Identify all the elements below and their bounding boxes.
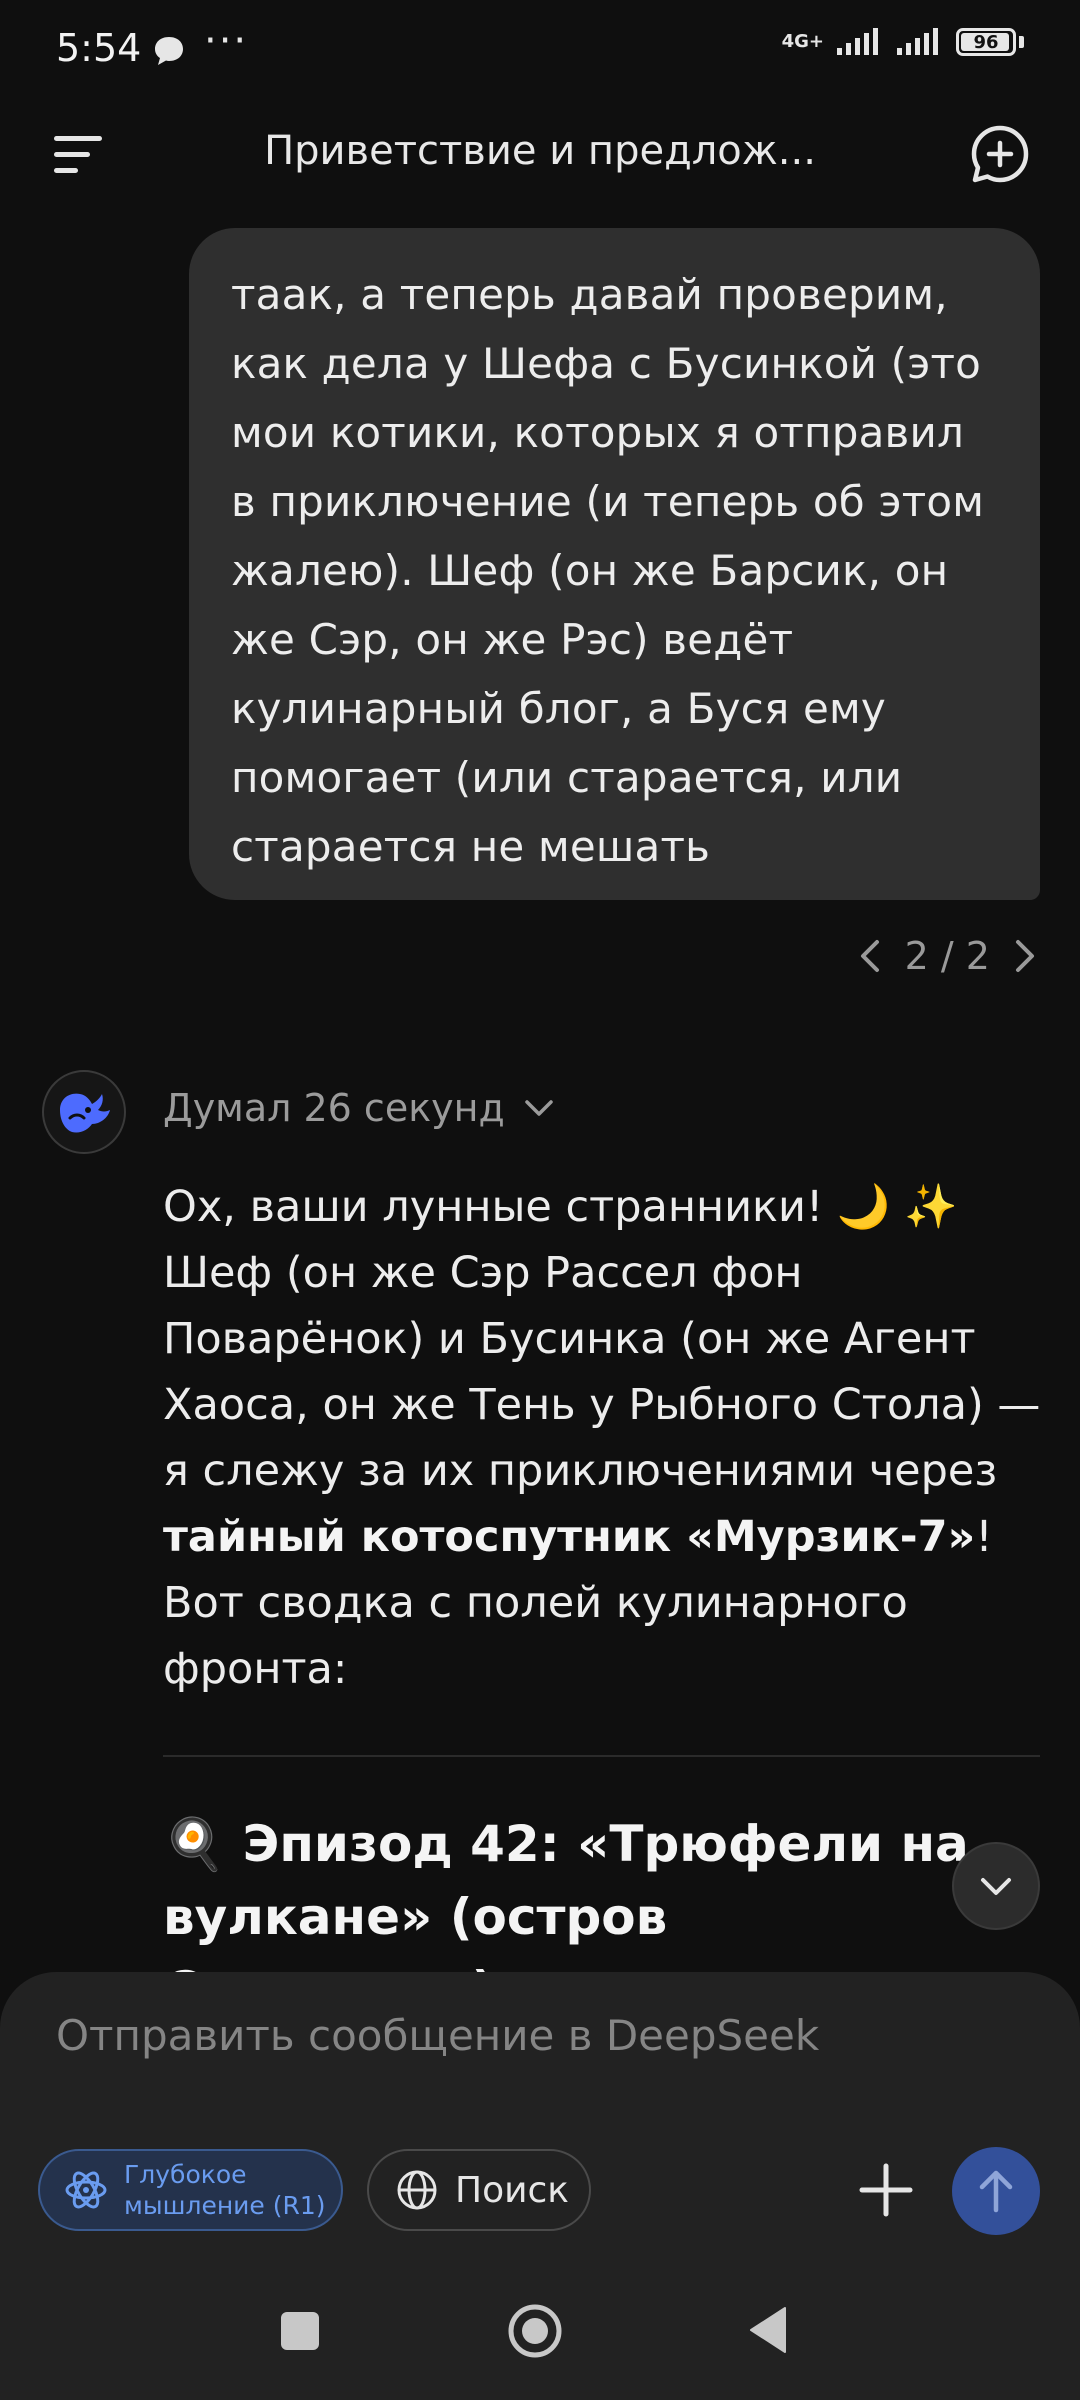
home-icon[interactable] xyxy=(507,2303,563,2359)
screen: 5:54 ··· 4G+ 96 Приветствие и предлож...… xyxy=(0,0,1080,2400)
answer-intro-bold: тайный котоспутник «Мурзик-7» xyxy=(163,1512,976,1562)
arrow-up-icon xyxy=(979,2170,1013,2213)
answer-intro-paragraph: Ох, ваши лунные странники! 🌙 ✨ Шеф (он ж… xyxy=(163,1174,1043,1702)
send-button[interactable] xyxy=(952,2147,1040,2235)
status-bar: 5:54 ··· 4G+ 96 xyxy=(0,0,1080,100)
deepseek-whale-icon xyxy=(60,1093,110,1133)
web-search-toggle-button[interactable]: Поиск xyxy=(367,2149,591,2231)
deepthink-toggle-button[interactable]: Глубокое мышление (R1) xyxy=(38,2149,343,2231)
atom-icon xyxy=(65,2171,107,2209)
next-version-icon[interactable] xyxy=(1012,936,1040,976)
network-type-label: 4G+ xyxy=(781,31,824,52)
battery-tip xyxy=(1019,36,1024,48)
answer-intro-a: Ох, ваши лунные странники! 🌙 ✨ Шеф (он ж… xyxy=(163,1182,1041,1496)
chevron-down-icon xyxy=(525,1100,553,1116)
plus-icon[interactable] xyxy=(858,2162,914,2218)
version-counter: 2 / 2 xyxy=(904,934,990,978)
more-notifications-icon: ··· xyxy=(204,18,249,64)
recents-icon[interactable] xyxy=(281,2312,319,2350)
deepthink-label-line1: Глубокое xyxy=(124,2160,247,2189)
chat-header: Приветствие и предлож... xyxy=(0,110,1080,200)
cell-signal-icon-2 xyxy=(897,28,938,55)
message-input[interactable] xyxy=(56,2000,956,2070)
new-chat-icon[interactable] xyxy=(970,124,1030,184)
user-message-text: таак, а теперь давай проверим, как дела … xyxy=(231,270,985,871)
back-icon[interactable] xyxy=(745,2304,791,2356)
status-time: 5:54 xyxy=(56,26,142,70)
deepseek-avatar xyxy=(42,1070,126,1154)
deepthink-label: Глубокое мышление (R1) xyxy=(124,2159,326,2221)
chat-title[interactable]: Приветствие и предлож... xyxy=(0,128,1080,174)
message-notification-icon xyxy=(155,37,183,65)
search-label: Поиск xyxy=(455,2169,570,2211)
message-version-pager: 2 / 2 xyxy=(855,928,1040,984)
cell-signal-icon xyxy=(837,28,878,55)
assistant-answer: Ох, ваши лунные странники! 🌙 ✨ Шеф (он ж… xyxy=(163,1174,1043,1702)
previous-version-icon[interactable] xyxy=(855,936,883,976)
thinking-duration: Думал 26 секунд xyxy=(163,1086,505,1130)
user-message-bubble[interactable]: таак, а теперь давай проверим, как дела … xyxy=(189,228,1040,900)
deepthink-label-line2: мышление (R1) xyxy=(124,2191,326,2220)
message-composer: Глубокое мышление (R1) Поиск xyxy=(0,1972,1080,2400)
globe-icon xyxy=(397,2170,437,2210)
battery-level: 96 xyxy=(973,31,999,53)
status-indicators: 4G+ 96 xyxy=(782,28,1024,56)
chevron-down-icon xyxy=(981,1878,1011,1895)
thinking-toggle[interactable]: Думал 26 секунд xyxy=(163,1086,555,1130)
answer-divider xyxy=(163,1755,1040,1757)
system-navigation-bar xyxy=(0,2280,1080,2380)
scroll-to-bottom-button[interactable] xyxy=(952,1842,1040,1930)
battery-icon: 96 xyxy=(956,28,1016,56)
